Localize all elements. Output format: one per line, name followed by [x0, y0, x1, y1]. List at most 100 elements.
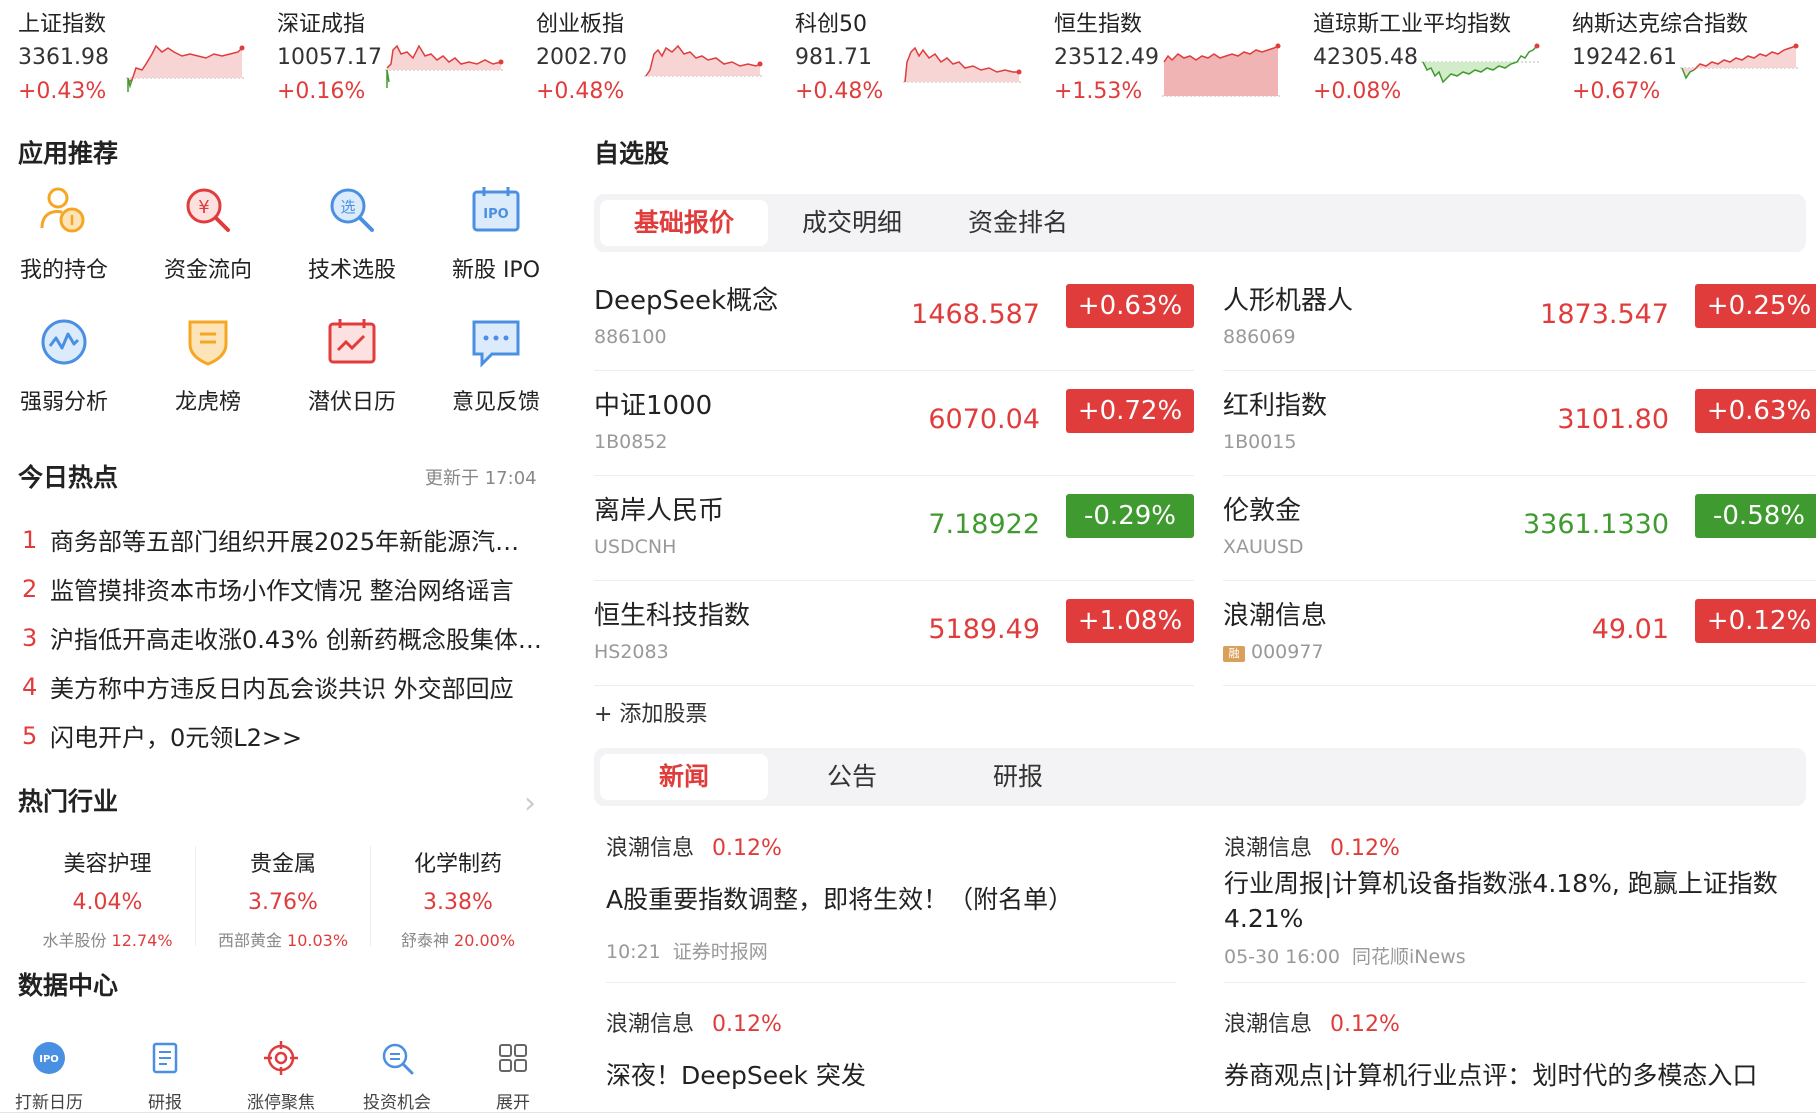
index-card-sz[interactable]: 深证成指 10057.17 +0.16%	[259, 0, 517, 112]
index-name: 科创50	[795, 12, 867, 37]
tab-announcements[interactable]: 公告	[768, 754, 936, 800]
stock-code: 1B0852	[594, 431, 668, 453]
news-stock: 浪潮信息 0.12%	[1224, 836, 1400, 861]
hot-text: 美方称中方违反日内瓦会谈共识 外交部回应	[50, 675, 514, 703]
stock-row[interactable]: 人形机器人 886069 1873.547 +0.25%	[1223, 266, 1816, 371]
index-card-ixic[interactable]: 纳斯达克综合指数 19242.61 +0.67%	[1554, 0, 1812, 112]
stock-change-badge: +1.08%	[1066, 599, 1194, 643]
app-money-flow[interactable]: ¥ 资金流向	[138, 182, 278, 284]
hot-item[interactable]: 4 美方称中方违反日内瓦会谈共识 外交部回应	[18, 662, 543, 711]
news-item[interactable]: 浪潮信息 0.12% A股重要指数调整，即将生效！（附名单） 10:21 证券时报网	[606, 830, 1196, 964]
industry-card[interactable]: 美容护理 4.04% 水羊股份 12.74%	[20, 846, 195, 950]
data-item-research[interactable]: 研报	[107, 1030, 223, 1113]
stock-row[interactable]: 浪潮信息 融 000977 49.01 +0.12%	[1223, 581, 1816, 686]
industry-card[interactable]: 化学制药 3.38% 舒泰神 20.00%	[370, 846, 545, 950]
news-meta: 10:21 证券时报网	[606, 941, 768, 963]
data-item-label: 打新日历	[15, 1093, 83, 1113]
sparkline-chart	[1421, 43, 1541, 84]
data-item-expand[interactable]: 展开	[455, 1030, 571, 1113]
data-item-limit-up[interactable]: 涨停聚焦	[223, 1030, 339, 1113]
app-label: 龙虎榜	[174, 390, 241, 415]
data-item-label: 展开	[496, 1093, 530, 1113]
stock-row[interactable]: 伦敦金 XAUUSD 3361.1330 -0.58%	[1223, 476, 1816, 581]
chevron-right-icon[interactable]: ›	[524, 786, 536, 821]
hot-text: 监管摸排资本市场小作文情况 整治网络谣言	[50, 577, 514, 605]
hot-text: 沪指低开高走收涨0.43% 创新药概念股集体走强	[50, 626, 543, 654]
app-label: 技术选股	[307, 258, 396, 283]
bottom-divider	[0, 1112, 1816, 1113]
tab-trade-detail[interactable]: 成交明细	[768, 200, 936, 246]
index-name: 创业板指	[536, 12, 625, 37]
index-card-cyb[interactable]: 创业板指 2002.70 +0.48%	[518, 0, 776, 112]
app-dragon-tiger[interactable]: 龙虎榜	[138, 314, 278, 416]
stock-row[interactable]: 红利指数 1B0015 3101.80 +0.63%	[1223, 371, 1816, 476]
stock-row[interactable]: 离岸人民币 USDCNH 7.18922 -0.29%	[594, 476, 1194, 581]
news-title: A股重要指数调整，即将生效！（附名单）	[606, 885, 1074, 914]
data-item-opportunity[interactable]: 投资机会	[339, 1030, 455, 1113]
app-tech-picks[interactable]: 选 技术选股	[282, 182, 422, 284]
data-item-label: 投资机会	[363, 1093, 431, 1113]
data-center-title: 数据中心	[18, 971, 119, 1000]
news-item[interactable]: 浪潮信息 0.12% 行业周报|计算机设备指数涨4.18%, 跑赢上证指数4.21…	[1224, 830, 1814, 969]
index-change: +1.53%	[1054, 79, 1143, 104]
add-stock-button[interactable]: + 添加股票	[594, 696, 707, 728]
index-card-kc50[interactable]: 科创50 981.71 +0.48%	[777, 0, 1035, 112]
app-new-ipo[interactable]: IPO 新股 IPO	[426, 182, 566, 284]
app-latent-calendar[interactable]: 潜伏日历	[282, 314, 422, 416]
stock-name: 恒生科技指数	[594, 601, 751, 631]
data-item-label: 涨停聚焦	[247, 1093, 315, 1113]
index-value: 42305.48	[1313, 45, 1418, 70]
hot-item[interactable]: 3 沪指低开高走收涨0.43% 创新药概念股集体走强	[18, 613, 543, 662]
news-divider	[1224, 982, 1806, 983]
news-stock: 浪潮信息 0.12%	[606, 1012, 782, 1037]
data-item-ipo-calendar[interactable]: IPO 打新日历	[0, 1030, 107, 1113]
index-card-sh[interactable]: 上证指数 3361.98 +0.43%	[0, 0, 258, 112]
stock-row[interactable]: DeepSeek概念 886100 1468.587 +0.63%	[594, 266, 1194, 371]
stock-row[interactable]: 恒生科技指数 HS2083 5189.49 +1.08%	[594, 581, 1194, 686]
tab-basic-quote[interactable]: 基础报价	[600, 200, 768, 246]
ipo-badge-icon: IPO	[33, 1042, 65, 1074]
app-label: 新股 IPO	[451, 258, 541, 283]
industry-leader: 水羊股份 12.74%	[42, 931, 173, 950]
stock-name: 中证1000	[594, 391, 713, 421]
industry-name: 贵金属	[249, 852, 316, 877]
hot-item[interactable]: 5 闪电开户，0元领L2>>	[18, 711, 543, 760]
tab-research[interactable]: 研报	[934, 754, 1102, 800]
margin-badge: 融	[1223, 646, 1245, 662]
news-meta: 05-30 16:00 同花顺iNews	[1224, 946, 1466, 968]
app-feedback[interactable]: 意见反馈	[426, 314, 566, 416]
hot-list: 1 商务部等五部门组织开展2025年新能源汽车下乡活动 2 监管摸排资本市场小作…	[18, 515, 543, 760]
app-my-holdings[interactable]: 我的持仓	[0, 182, 134, 284]
index-value: 3361.98	[18, 45, 109, 70]
stock-code: 1B0015	[1223, 431, 1297, 453]
hot-item[interactable]: 2 监管摸排资本市场小作文情况 整治网络谣言	[18, 564, 543, 613]
hot-rank: 3	[22, 623, 38, 652]
stock-price: 3101.80	[1557, 404, 1669, 435]
index-card-dji[interactable]: 道琼斯工业平均指数 42305.48 +0.08%	[1295, 0, 1553, 112]
news-title: 券商观点|计算机行业点评：划时代的多模态入口	[1224, 1061, 1758, 1090]
search-opportunity-icon	[382, 1043, 414, 1075]
hot-rank: 4	[22, 672, 38, 701]
app-label: 我的持仓	[19, 258, 108, 283]
index-card-hsi[interactable]: 恒生指数 23512.49 +1.53%	[1036, 0, 1294, 112]
news-title: 深夜！DeepSeek 突发	[606, 1061, 866, 1090]
hot-item[interactable]: 1 商务部等五部门组织开展2025年新能源汽车下乡活动	[18, 515, 543, 564]
tab-news[interactable]: 新闻	[600, 754, 768, 800]
stock-row[interactable]: 中证1000 1B0852 6070.04 +0.72%	[594, 371, 1194, 476]
news-stock: 浪潮信息 0.12%	[1224, 1012, 1400, 1037]
app-label: 潜伏日历	[307, 390, 396, 415]
app-strength-analysis[interactable]: 强弱分析	[0, 314, 134, 416]
industry-card[interactable]: 贵金属 3.76% 西部黄金 10.03%	[195, 846, 370, 950]
industry-pct: 4.04%	[72, 890, 143, 915]
news-item[interactable]: 浪潮信息 0.12% 券商观点|计算机行业点评：划时代的多模态入口	[1224, 1006, 1816, 1093]
index-change: +0.67%	[1572, 79, 1661, 104]
tab-fund-ranking[interactable]: 资金排名	[934, 200, 1102, 246]
stock-change-badge: +0.12%	[1695, 599, 1816, 643]
stock-change-badge: -0.58%	[1695, 494, 1816, 538]
stock-change-badge: +0.25%	[1695, 284, 1816, 328]
wave-circle-icon	[41, 319, 87, 365]
app-label: 强弱分析	[19, 390, 108, 415]
news-item[interactable]: 浪潮信息 0.12% 深夜！DeepSeek 突发	[606, 1006, 1196, 1093]
hot-text: 商务部等五部门组织开展2025年新能源汽车下乡活动	[50, 528, 543, 556]
watchlist-title: 自选股	[594, 139, 670, 168]
